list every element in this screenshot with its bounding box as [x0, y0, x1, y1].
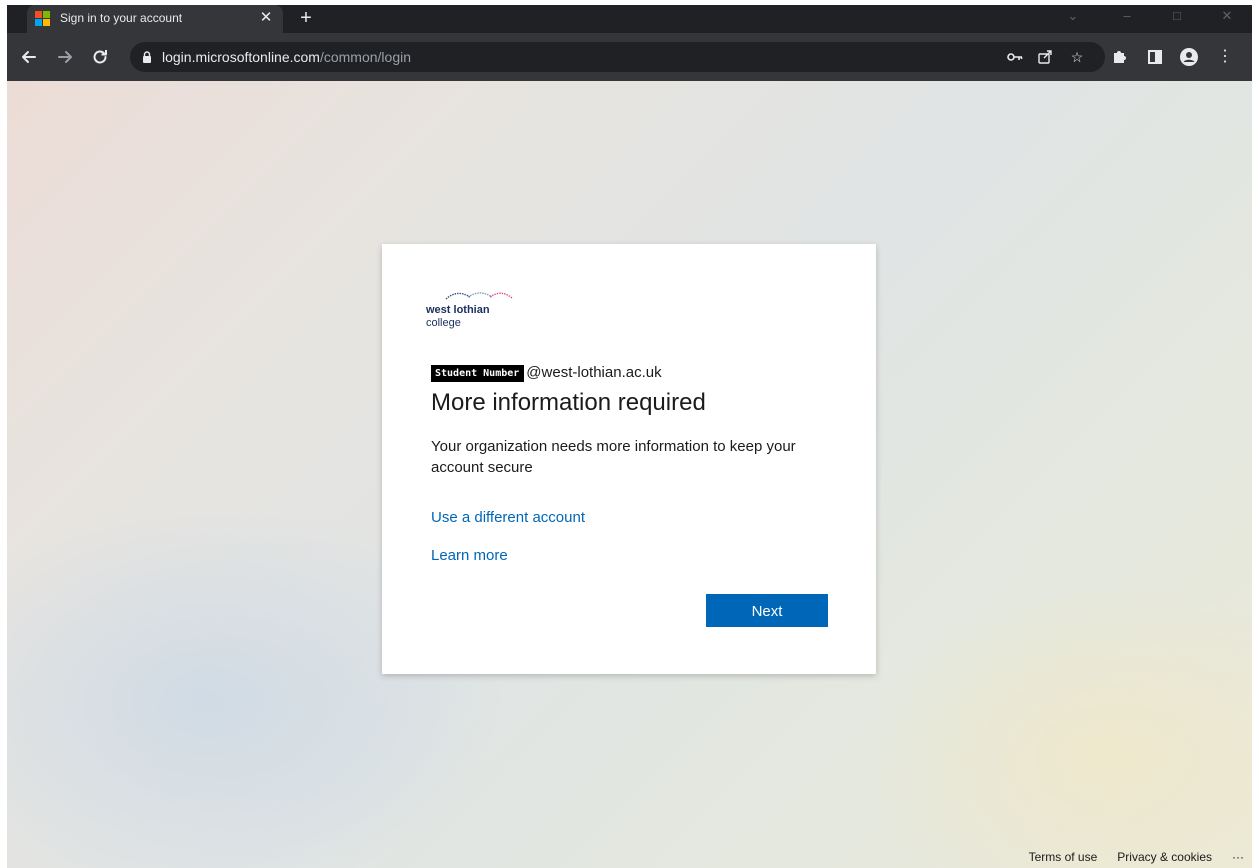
account-identity: Student Number @west-lothian.ac.uk — [431, 364, 662, 382]
more-options-icon[interactable]: ··· — [1232, 850, 1244, 864]
logo-line-2: college — [426, 317, 461, 329]
page-footer: Terms of use Privacy & cookies ··· — [1009, 850, 1244, 864]
email-domain: @west-lothian.ac.uk — [526, 364, 662, 381]
extensions-icon[interactable] — [1109, 47, 1129, 67]
lock-icon[interactable] — [140, 50, 154, 64]
sign-in-card: west lothian college Student Number @west… — [382, 244, 876, 674]
page-background: west lothian college Student Number @west… — [7, 81, 1252, 868]
address-bar[interactable]: login.microsoftonline.com/common/login ☆ — [130, 42, 1105, 72]
chevron-down-icon[interactable]: ⌄ — [1065, 8, 1081, 24]
privacy-cookies-link[interactable]: Privacy & cookies — [1117, 850, 1212, 864]
college-logo: west lothian college — [426, 286, 526, 336]
new-tab-button[interactable]: + — [295, 7, 317, 29]
logo-arcs-icon — [445, 292, 513, 300]
share-icon[interactable] — [1036, 48, 1054, 66]
url-text: login.microsoftonline.com/common/login — [162, 49, 411, 65]
page-title: More information required — [431, 389, 706, 416]
url-path: /common/login — [319, 49, 412, 65]
browser-menu-icon[interactable]: ⋮ — [1215, 47, 1235, 67]
key-icon[interactable] — [1006, 48, 1024, 66]
maximize-icon[interactable]: □ — [1169, 8, 1185, 24]
tab-sign-in[interactable]: Sign in to your account ✕ — [27, 5, 283, 33]
reload-icon[interactable] — [90, 47, 110, 67]
use-different-account-link[interactable]: Use a different account — [431, 509, 585, 526]
window-close-icon[interactable]: ✕ — [1219, 8, 1235, 24]
url-host: login.microsoftonline.com — [162, 49, 320, 65]
tab-close-icon[interactable]: ✕ — [257, 9, 275, 27]
profile-icon[interactable] — [1179, 47, 1199, 67]
logo-line-1: west lothian — [426, 304, 490, 316]
tab-title: Sign in to your account — [60, 11, 183, 25]
tab-strip: Sign in to your account ✕ + ⌄ – □ ✕ — [7, 5, 1252, 33]
microsoft-logo-icon — [35, 11, 51, 27]
browser-toolbar: login.microsoftonline.com/common/login ☆… — [7, 33, 1252, 81]
terms-of-use-link[interactable]: Terms of use — [1029, 850, 1098, 864]
side-panel-icon[interactable] — [1145, 47, 1165, 67]
next-button[interactable]: Next — [706, 594, 828, 627]
minimize-icon[interactable]: – — [1119, 8, 1135, 24]
redacted-username: Student Number — [431, 365, 525, 382]
forward-icon[interactable] — [55, 47, 75, 67]
back-icon[interactable] — [19, 47, 39, 67]
browser-window: Sign in to your account ✕ + ⌄ – □ ✕ logi… — [0, 0, 1259, 868]
bookmark-star-icon[interactable]: ☆ — [1068, 48, 1086, 66]
description-text: Your organization needs more information… — [431, 438, 796, 476]
learn-more-link[interactable]: Learn more — [431, 547, 508, 564]
